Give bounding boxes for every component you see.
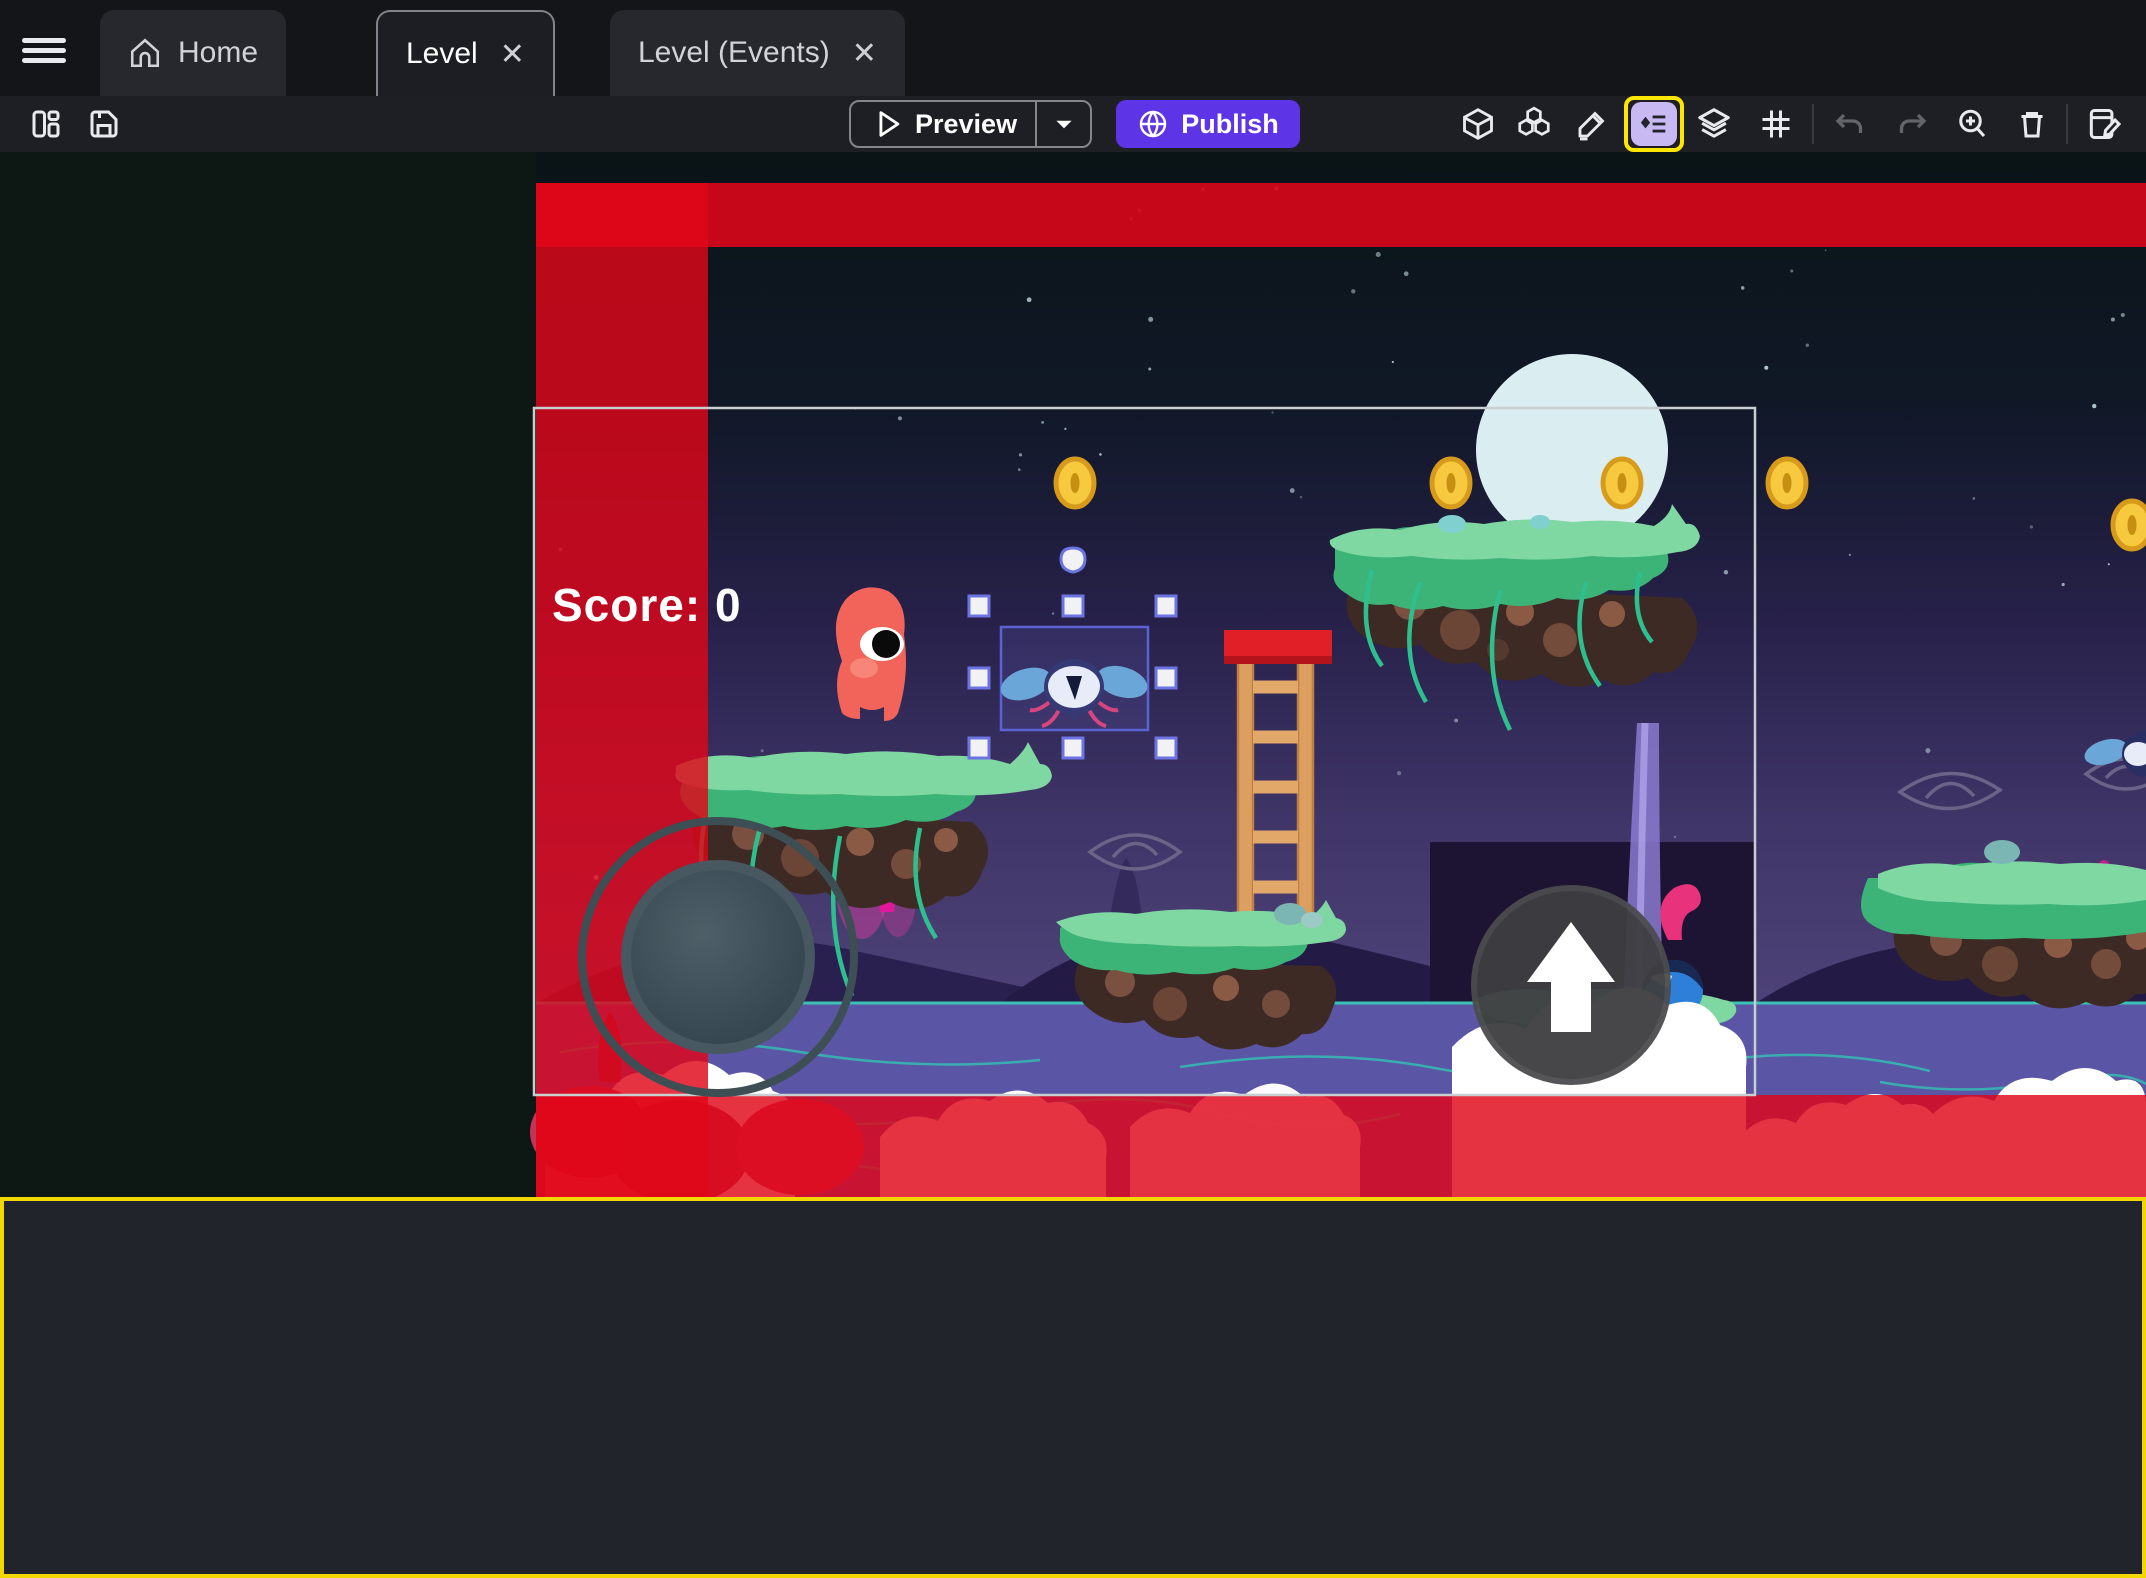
- toolbar-separator: [1812, 104, 1814, 144]
- tab-bar: Home Level ✕ Level (Events) ✕: [0, 0, 2146, 96]
- preview-label: Preview: [915, 108, 1018, 139]
- coin: [2110, 498, 2146, 552]
- coin: [1600, 456, 1644, 510]
- score-text: Score: 0: [552, 579, 742, 631]
- grid-icon[interactable]: [1756, 104, 1796, 144]
- instances-list-panel: Instances List ✕ Object name X Y Angle L…: [0, 1197, 2146, 1578]
- coin: [1053, 456, 1097, 510]
- instances-list-highlight: [1624, 96, 1684, 152]
- instances-cubes-icon[interactable]: [1514, 104, 1554, 144]
- coin: [1429, 456, 1473, 510]
- tab-home-label: Home: [178, 36, 259, 69]
- tab-level-close-icon[interactable]: ✕: [494, 37, 525, 72]
- zoom-in-icon[interactable]: [1952, 104, 1992, 144]
- scene-canvas[interactable]: Score: 0 22;723: [0, 152, 2146, 1323]
- rotate-handle: [1059, 546, 1087, 574]
- gdevelop-editor: Home Level ✕ Level (Events) ✕ Preview Pu…: [0, 0, 2146, 1578]
- player-character[interactable]: [835, 587, 906, 721]
- edit-pencil-icon[interactable]: [1572, 104, 1612, 144]
- tab-level-events[interactable]: Level (Events) ✕: [610, 10, 905, 96]
- instances-list-icon[interactable]: [1631, 102, 1677, 146]
- toolbar: Preview Publish: [0, 96, 2146, 152]
- undo-icon[interactable]: [1830, 104, 1870, 144]
- preview-button[interactable]: Preview: [849, 100, 1092, 148]
- add-object-icon[interactable]: [1458, 104, 1498, 144]
- save-icon[interactable]: [84, 104, 124, 144]
- layers-icon[interactable]: [1694, 104, 1734, 144]
- publish-button[interactable]: Publish: [1116, 100, 1300, 148]
- moon: [1476, 354, 1668, 546]
- edit-scene-properties-icon[interactable]: [2084, 104, 2124, 144]
- main-menu-icon[interactable]: [22, 38, 66, 64]
- publish-label: Publish: [1181, 108, 1279, 139]
- play-icon: [879, 111, 900, 137]
- jump-button[interactable]: [1471, 885, 1671, 1085]
- toggle-panels-icon[interactable]: [26, 104, 66, 144]
- toolbar-separator-2: [2066, 104, 2068, 144]
- tab-level-events-label: Level (Events): [638, 36, 830, 69]
- preview-split-divider: [1035, 100, 1038, 148]
- selected-fly-instance[interactable]: [997, 625, 1151, 732]
- virtual-joystick[interactable]: [578, 817, 858, 1097]
- home-icon: [130, 38, 160, 68]
- redo-icon[interactable]: [1892, 104, 1932, 144]
- delete-trash-icon[interactable]: [2012, 104, 2052, 144]
- globe-icon: [1140, 110, 1167, 138]
- editor-background: [0, 152, 536, 1197]
- scene-render: [0, 152, 2146, 1204]
- tab-level[interactable]: Level ✕: [376, 10, 555, 96]
- tab-home[interactable]: Home: [100, 10, 287, 96]
- chevron-down-icon[interactable]: [1051, 111, 1077, 137]
- coin: [1765, 456, 1809, 510]
- tab-level-events-close-icon[interactable]: ✕: [846, 36, 877, 71]
- tab-level-label: Level: [406, 37, 478, 70]
